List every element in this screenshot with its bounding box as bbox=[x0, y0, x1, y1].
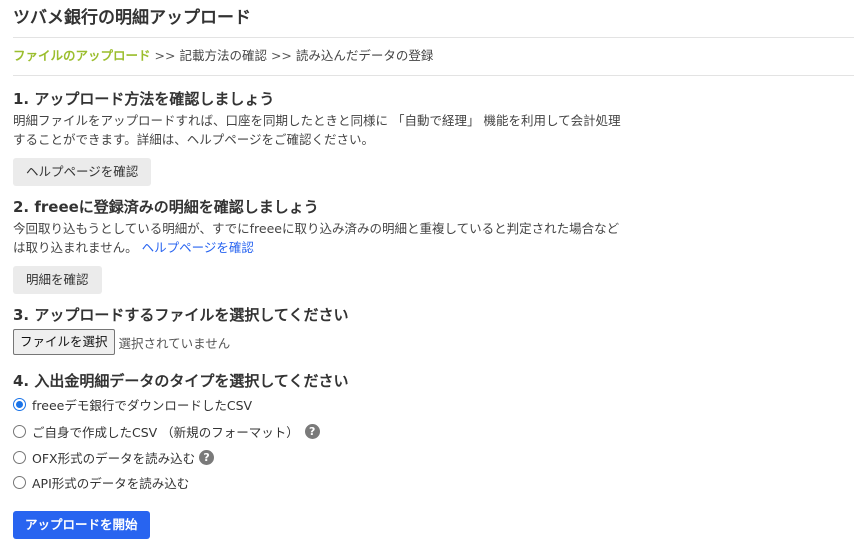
radio-label[interactable]: OFX形式のデータを読み込む bbox=[32, 448, 195, 467]
section1-description: 明細ファイルをアップロードすれば、口座を同期したときと同様に 「自動で経理」 機… bbox=[13, 111, 621, 149]
section4-heading: 4. 入出金明細データのタイプを選択してください bbox=[13, 372, 349, 390]
radio-button[interactable] bbox=[13, 397, 26, 411]
section2-desc-line2-text: は取り込まれません。 bbox=[13, 240, 138, 255]
title-divider bbox=[13, 37, 854, 38]
breadcrumb-separator: >> bbox=[270, 48, 292, 63]
radio-option-api[interactable]: API形式のデータを読み込む bbox=[13, 471, 189, 493]
section1-desc-line2: することができます。詳細は、ヘルプページをご確認ください。 bbox=[13, 132, 375, 147]
radio-option-demo-csv[interactable]: freeeデモ銀行でダウンロードしたCSV bbox=[13, 393, 252, 415]
section2-heading: 2. freeeに登録済みの明細を確認しましょう bbox=[13, 198, 319, 216]
start-upload-button[interactable]: アップロードを開始 bbox=[13, 511, 150, 539]
breadcrumb-step-register: 読み込んだデータの登録 bbox=[295, 48, 434, 63]
breadcrumb-separator: >> bbox=[154, 48, 176, 63]
breadcrumb-divider bbox=[13, 75, 854, 76]
radio-label[interactable]: ご自身で作成したCSV （新規のフォーマット） bbox=[32, 422, 299, 441]
radio-button[interactable] bbox=[13, 450, 26, 464]
section1-heading: 1. アップロード方法を確認しましょう bbox=[13, 90, 275, 108]
page-title: ツバメ銀行の明細アップロード bbox=[13, 8, 251, 28]
section2-desc-line1: 今回取り込もうとしている明細が、すでにfreeeに取り込み済みの明細と重複してい… bbox=[13, 221, 620, 236]
section3-heading: 3. アップロードするファイルを選択してください bbox=[13, 306, 349, 324]
radio-label[interactable]: API形式のデータを読み込む bbox=[32, 473, 189, 492]
check-statements-button[interactable]: 明細を確認 bbox=[13, 266, 102, 294]
question-circle-icon[interactable]: ? bbox=[304, 423, 320, 439]
file-status: 選択されていません bbox=[118, 335, 231, 351]
breadcrumb-current: ファイルのアップロード bbox=[13, 48, 151, 63]
help-page-link[interactable]: ヘルプページを確認 bbox=[142, 240, 254, 255]
radio-option-custom-csv[interactable]: ご自身で作成したCSV （新規のフォーマット） ? bbox=[13, 420, 320, 442]
radio-label[interactable]: freeeデモ銀行でダウンロードしたCSV bbox=[32, 395, 252, 414]
section2-desc-line2: は取り込まれません。 ヘルプページを確認 bbox=[13, 238, 619, 257]
breadcrumb-step-confirm: 記載方法の確認 bbox=[179, 48, 267, 63]
section1-desc-line1: 明細ファイルをアップロードすれば、口座を同期したときと同様に 「自動で経理」 機… bbox=[13, 113, 621, 128]
radio-button[interactable] bbox=[13, 424, 26, 438]
breadcrumb: ファイルのアップロード >> 記載方法の確認 >> 読み込んだデータの登録 bbox=[13, 47, 433, 65]
section2-description: 今回取り込もうとしている明細が、すでにfreeeに取り込み済みの明細と重複してい… bbox=[13, 219, 619, 257]
choose-file-button[interactable]: ファイルを選択 bbox=[13, 329, 115, 355]
question-circle-icon[interactable]: ? bbox=[199, 449, 215, 465]
radio-button[interactable] bbox=[13, 475, 26, 489]
help-page-button[interactable]: ヘルプページを確認 bbox=[13, 158, 152, 186]
file-chooser: ファイルを選択 選択されていません bbox=[13, 329, 230, 355]
radio-option-ofx[interactable]: OFX形式のデータを読み込む ? bbox=[13, 446, 215, 468]
